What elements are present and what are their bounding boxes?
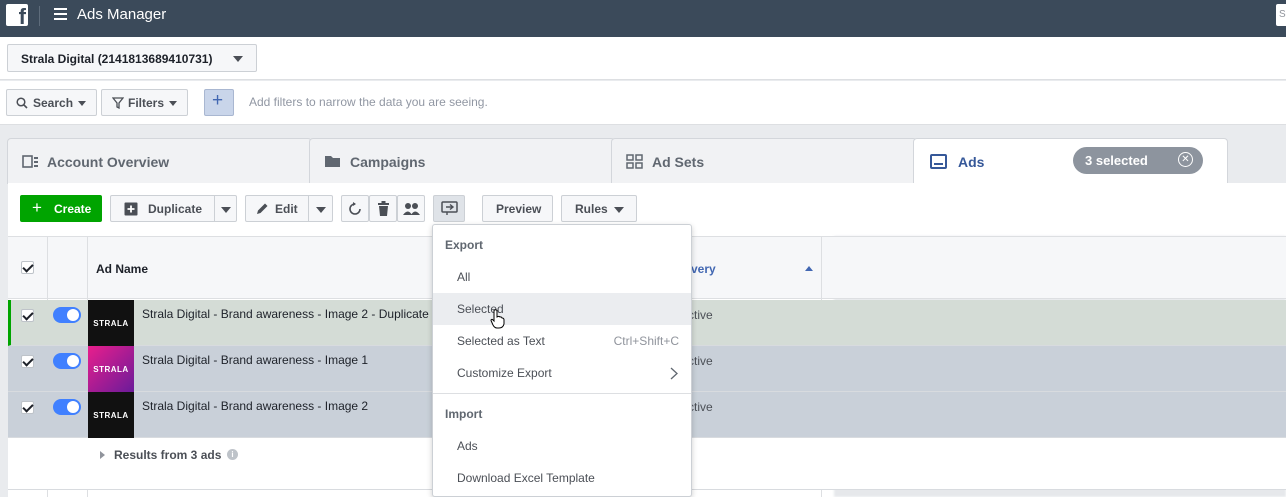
top-search-input[interactable]: S: [1276, 4, 1286, 26]
chevron-right-icon: [670, 367, 678, 380]
account-name: Strala Digital (2141813689410731): [21, 52, 213, 66]
app-title: Ads Manager: [77, 6, 167, 23]
duplicate-button[interactable]: Duplicate: [110, 195, 237, 222]
grid-icon: [626, 154, 643, 169]
filter-bar: Search Filters + Add filters to narrow t…: [0, 81, 1286, 125]
pencil-icon: [257, 203, 268, 214]
trash-icon: [378, 201, 389, 216]
search-icon: [16, 97, 28, 109]
info-icon[interactable]: i: [227, 449, 238, 460]
tab-account-overview[interactable]: Account Overview: [7, 138, 312, 184]
export-import-button[interactable]: [433, 195, 465, 222]
chevron-down-icon[interactable]: [316, 207, 326, 213]
facebook-logo-icon[interactable]: f: [6, 4, 28, 26]
plus-icon: +: [212, 90, 224, 111]
tab-label: Campaigns: [350, 154, 426, 170]
ad-thumbnail: STRALA: [88, 300, 134, 346]
shortcut-text: Ctrl+Shift+C: [613, 334, 679, 348]
edit-label: Edit: [275, 202, 298, 216]
divider: [39, 6, 40, 26]
ad-toggle[interactable]: [53, 307, 81, 323]
preview-button[interactable]: Preview: [482, 195, 553, 222]
split-divider: [214, 196, 215, 221]
tab-campaigns[interactable]: Campaigns: [309, 138, 615, 184]
menu-item-export-selected[interactable]: Selected: [433, 293, 691, 329]
plus-icon: +: [32, 198, 42, 217]
delete-button[interactable]: [369, 195, 397, 222]
close-icon[interactable]: ✕: [1178, 152, 1193, 167]
sort-asc-icon: [805, 266, 813, 271]
ad-toggle[interactable]: [53, 399, 81, 415]
menu-item-label: Customize Export: [457, 366, 552, 380]
ad-name[interactable]: Strala Digital - Brand awareness - Image…: [142, 307, 429, 321]
filters-label: Filters: [128, 96, 165, 110]
duplicate-label: Duplicate: [148, 202, 203, 216]
tab-ad-sets[interactable]: Ad Sets: [611, 138, 917, 184]
search-label: Search: [33, 96, 74, 110]
chevron-down-icon: [233, 56, 243, 62]
ad-name[interactable]: Strala Digital - Brand awareness - Image…: [142, 399, 368, 413]
preview-label: Preview: [496, 202, 542, 216]
people-icon: [403, 203, 420, 215]
ab-test-button[interactable]: [397, 195, 425, 222]
chevron-down-icon: [614, 207, 624, 213]
edit-button[interactable]: Edit: [245, 195, 333, 222]
create-label: Create: [54, 202, 92, 216]
duplicate-icon: [124, 202, 138, 216]
add-filter-button[interactable]: +: [204, 89, 234, 116]
menu-icon[interactable]: [54, 8, 67, 20]
ad-thumbnail: STRALA: [88, 346, 134, 392]
chevron-down-icon: [169, 101, 177, 106]
menu-heading-export: Export: [445, 238, 484, 252]
menu-divider: [433, 393, 691, 394]
tab-label: Ad Sets: [652, 154, 705, 170]
filter-hint: Add filters to narrow the data you are s…: [249, 95, 488, 109]
ad-name[interactable]: Strala Digital - Brand awareness - Image…: [142, 353, 368, 367]
chevron-down-icon[interactable]: [221, 207, 231, 213]
tab-label: Account Overview: [47, 154, 170, 170]
menu-item-export-all[interactable]: All: [433, 261, 691, 293]
filters-button[interactable]: Filters: [101, 89, 188, 116]
refresh-icon: [349, 202, 361, 215]
tab-label: Ads: [958, 154, 985, 170]
account-overview-icon: [22, 155, 38, 168]
ad-icon: [930, 154, 947, 169]
results-summary: Results from 3 ads: [114, 448, 222, 462]
export-import-menu: Export All Selected Selected as Text Ctr…: [432, 224, 692, 497]
export-icon: [441, 201, 458, 215]
top-bar: f Ads Manager S: [0, 0, 1286, 37]
rules-label: Rules: [575, 202, 608, 216]
menu-item-download-template[interactable]: Download Excel Template: [433, 462, 691, 494]
selection-count: 3 selected: [1085, 153, 1148, 168]
level-tabs: Account Overview Campaigns Ad Sets Ads 3…: [0, 125, 1286, 184]
ad-toggle[interactable]: [53, 353, 81, 369]
account-bar: Strala Digital (2141813689410731): [0, 37, 1286, 80]
account-dropdown[interactable]: Strala Digital (2141813689410731): [7, 44, 257, 72]
create-button[interactable]: + Create: [20, 195, 102, 222]
menu-item-export-selected-text[interactable]: Selected as Text Ctrl+Shift+C: [433, 325, 691, 357]
menu-item-import-ads[interactable]: Ads: [433, 430, 691, 462]
menu-heading-import: Import: [445, 407, 483, 421]
selection-badge: 3 selected ✕: [1073, 147, 1203, 174]
row-checkbox[interactable]: [21, 309, 34, 322]
split-divider: [308, 196, 309, 221]
select-all-checkbox[interactable]: [21, 261, 34, 274]
menu-item-customize-export[interactable]: Customize Export: [433, 357, 691, 389]
menu-item-label: Selected as Text: [457, 334, 545, 348]
chevron-down-icon: [78, 101, 86, 106]
search-button[interactable]: Search: [6, 89, 97, 116]
rules-button[interactable]: Rules: [561, 195, 637, 222]
column-delivery[interactable]: very: [691, 262, 716, 276]
row-checkbox[interactable]: [21, 355, 34, 368]
filter-icon: [112, 97, 124, 109]
folder-icon: [325, 156, 340, 167]
chevron-right-icon[interactable]: [100, 451, 105, 459]
refresh-button[interactable]: [341, 195, 369, 222]
row-checkbox[interactable]: [21, 401, 34, 414]
ad-thumbnail: STRALA: [88, 392, 134, 438]
column-ad-name[interactable]: Ad Name: [96, 262, 148, 276]
